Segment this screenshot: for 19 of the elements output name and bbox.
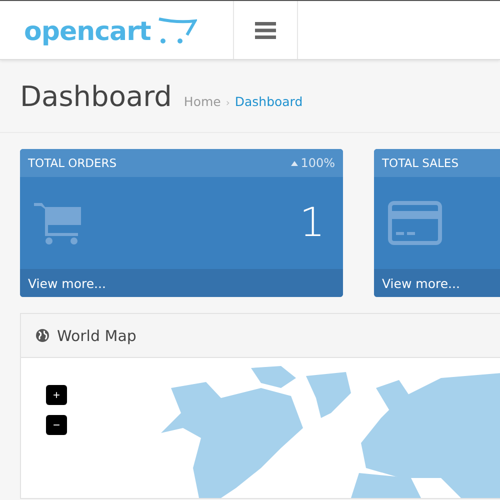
- panel-title: World Map: [57, 326, 136, 344]
- page-title: Dashboard: [20, 80, 172, 113]
- tile-change: 100%: [290, 156, 335, 170]
- breadcrumb-separator: ›: [226, 98, 230, 109]
- cart-icon: [34, 201, 82, 245]
- zoom-in-button[interactable]: +: [46, 385, 67, 405]
- zoom-out-button[interactable]: −: [46, 415, 67, 435]
- tile-title: TOTAL ORDERS: [28, 156, 117, 170]
- view-more-link[interactable]: View more...: [374, 269, 500, 297]
- credit-card-icon: [388, 201, 442, 245]
- breadcrumb-link[interactable]: Home: [184, 94, 221, 109]
- globe-icon: [36, 329, 49, 342]
- caret-up-icon: [290, 160, 298, 166]
- tile-title: TOTAL SALES: [382, 156, 458, 170]
- menu-button[interactable]: [234, 1, 298, 59]
- breadcrumb-link[interactable]: Dashboard: [234, 94, 303, 109]
- view-more-link[interactable]: View more...: [20, 269, 343, 297]
- menu-icon: [255, 22, 276, 38]
- tile-value: 1: [300, 200, 325, 246]
